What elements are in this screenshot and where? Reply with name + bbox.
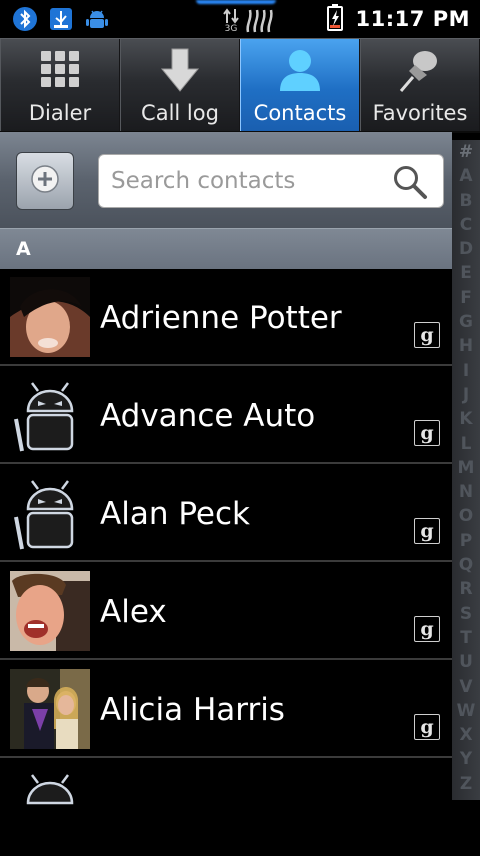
bluetooth-icon [12, 6, 38, 32]
pushpin-icon [395, 47, 445, 97]
index-letter[interactable]: J [463, 383, 469, 407]
network-type: 3G [224, 24, 238, 34]
index-letter[interactable]: F [460, 286, 472, 310]
contact-name: Alan Peck [100, 496, 250, 532]
section-header: A [0, 228, 452, 269]
person-icon [275, 47, 325, 97]
list-item[interactable]: Alicia Harris g [0, 660, 452, 758]
index-letter[interactable]: M [458, 456, 475, 480]
usb-icon [48, 6, 74, 32]
avatar[interactable] [10, 571, 90, 651]
list-item[interactable]: Adrienne Potter g [0, 268, 452, 366]
avatar[interactable] [10, 277, 90, 357]
index-letter[interactable]: # [459, 140, 473, 164]
index-letter[interactable]: O [459, 504, 473, 528]
avatar[interactable] [10, 375, 90, 455]
index-letter[interactable]: S [460, 602, 472, 626]
tab-bar: Dialer Call log Contacts Favorites [0, 38, 480, 133]
index-letter[interactable]: D [459, 237, 473, 261]
index-letter[interactable]: R [459, 577, 472, 601]
index-letter[interactable]: L [461, 432, 472, 456]
tab-label: Contacts [253, 101, 347, 125]
index-letter[interactable]: Y [460, 747, 472, 771]
battery-charging-icon [326, 3, 344, 35]
contact-list[interactable]: Adrienne Potter g Advance Auto g Alan Pe… [0, 268, 452, 856]
data-arrows-icon: 3G [222, 8, 240, 34]
index-letter[interactable]: Q [459, 553, 473, 577]
status-bar: 3G 11:17 PM [0, 0, 480, 38]
tab-dialer[interactable]: Dialer [0, 39, 120, 131]
list-item[interactable]: Alex g [0, 562, 452, 660]
index-letter[interactable]: C [460, 213, 472, 237]
avatar[interactable] [10, 767, 90, 847]
index-letter[interactable]: X [459, 723, 472, 747]
index-letter[interactable]: E [460, 261, 472, 285]
index-letter[interactable]: Z [460, 772, 472, 796]
index-letter[interactable]: K [459, 407, 472, 431]
google-account-icon: g [414, 714, 440, 740]
index-letter[interactable]: H [459, 334, 473, 358]
call-log-icon [155, 47, 205, 97]
contact-name: Advance Auto [100, 398, 316, 434]
clock: 11:17 PM [355, 7, 470, 31]
list-item[interactable]: Alan Peck g [0, 464, 452, 562]
contact-name: Adrienne Potter [100, 300, 342, 336]
alphabet-index[interactable]: # A B C D E F G H I J K L M N O P Q R S … [452, 140, 480, 800]
default-android-icon [10, 767, 90, 847]
search-input[interactable] [109, 167, 383, 195]
index-letter[interactable]: W [457, 699, 476, 723]
list-item[interactable]: Advance Auto g [0, 366, 452, 464]
avatar[interactable] [10, 669, 90, 749]
contact-name: Alex [100, 594, 167, 630]
search-field[interactable] [98, 154, 444, 208]
index-letter[interactable]: N [459, 480, 473, 504]
search-icon[interactable] [391, 163, 429, 201]
tab-call-log[interactable]: Call log [120, 39, 240, 131]
plus-icon [30, 164, 60, 198]
tab-label: Dialer [28, 101, 92, 125]
dialpad-icon [35, 47, 85, 97]
index-letter[interactable]: I [463, 359, 469, 383]
list-item[interactable] [0, 758, 452, 856]
android-debug-icon [84, 6, 110, 32]
add-contact-button[interactable] [16, 152, 74, 210]
tab-label: Favorites [372, 101, 468, 125]
index-letter[interactable]: V [459, 675, 472, 699]
tab-label: Call log [141, 101, 219, 125]
signal-icon [244, 4, 278, 38]
contact-name: Alicia Harris [100, 692, 285, 728]
index-letter[interactable]: G [459, 310, 473, 334]
google-account-icon: g [414, 322, 440, 348]
google-account-icon: g [414, 616, 440, 642]
index-letter[interactable]: P [460, 529, 472, 553]
google-account-icon: g [414, 420, 440, 446]
tab-favorites[interactable]: Favorites [360, 39, 480, 131]
tab-contacts[interactable]: Contacts [240, 39, 360, 131]
search-bar [0, 132, 452, 229]
avatar[interactable] [10, 473, 90, 553]
default-android-icon [10, 375, 90, 455]
index-letter[interactable]: B [460, 189, 473, 213]
google-account-icon: g [414, 518, 440, 544]
index-letter[interactable]: U [459, 650, 473, 674]
section-letter: A [16, 238, 31, 260]
default-android-icon [10, 473, 90, 553]
index-letter[interactable]: A [459, 164, 472, 188]
index-letter[interactable]: T [460, 626, 472, 650]
